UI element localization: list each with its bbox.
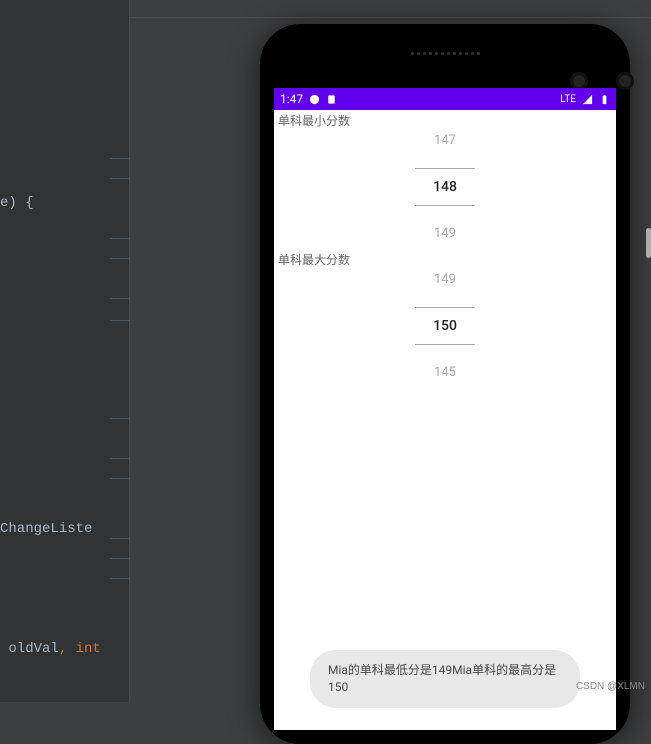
code-line-params: e) { (0, 195, 34, 211)
picker-value-above[interactable]: 147 (434, 133, 456, 148)
picker-value-selected[interactable]: 150 (415, 307, 475, 345)
min-score-picker[interactable]: 147 148 149 (274, 129, 616, 251)
ide-toolbar (130, 0, 651, 18)
min-score-label: 单科最小分数 (274, 112, 616, 129)
max-score-picker[interactable]: 149 150 145 (274, 268, 616, 390)
method-sep (110, 578, 130, 579)
picker-value-below[interactable]: 145 (434, 365, 456, 380)
card-icon (326, 94, 337, 105)
status-network: LTE (560, 94, 576, 105)
picker-value-below[interactable]: 149 (434, 226, 456, 241)
status-time: 1:47 (280, 92, 303, 106)
app-content: 单科最小分数 147 148 149 单科最大分数 149 150 145 (274, 110, 616, 392)
method-sep (110, 418, 130, 419)
method-sep (110, 178, 130, 179)
method-sep (110, 458, 130, 459)
method-sep (110, 298, 130, 299)
ide-gutter (0, 0, 130, 702)
battery-icon (599, 94, 610, 105)
scrollbar-thumb[interactable] (646, 228, 651, 258)
watermark-text: CSDN @XLMN (576, 681, 645, 692)
debug-icon (309, 94, 320, 105)
method-sep (110, 320, 130, 321)
android-status-bar: 1:47 LTE (274, 88, 616, 110)
code-line-oldval: oldVal, int (0, 641, 101, 657)
toast-text: Mia的单科最低分是149Mia单科的最高分是150 (328, 663, 556, 694)
method-sep (110, 478, 130, 479)
code-line-changelistener: ChangeListe (0, 521, 92, 537)
max-score-label: 单科最大分数 (274, 251, 616, 268)
method-sep (110, 258, 130, 259)
method-sep (110, 558, 130, 559)
emulator-device-frame: 1:47 LTE 单科最小分数 147 148 (260, 24, 630, 744)
toast-message: Mia的单科最低分是149Mia单科的最高分是150 (310, 650, 580, 708)
device-speaker (365, 52, 525, 64)
device-screen[interactable]: 1:47 LTE 单科最小分数 147 148 (274, 88, 616, 730)
picker-value-selected[interactable]: 148 (415, 168, 475, 206)
signal-icon (582, 94, 593, 105)
method-sep (110, 158, 130, 159)
picker-value-above[interactable]: 149 (434, 272, 456, 287)
method-sep (110, 538, 130, 539)
method-sep (110, 238, 130, 239)
